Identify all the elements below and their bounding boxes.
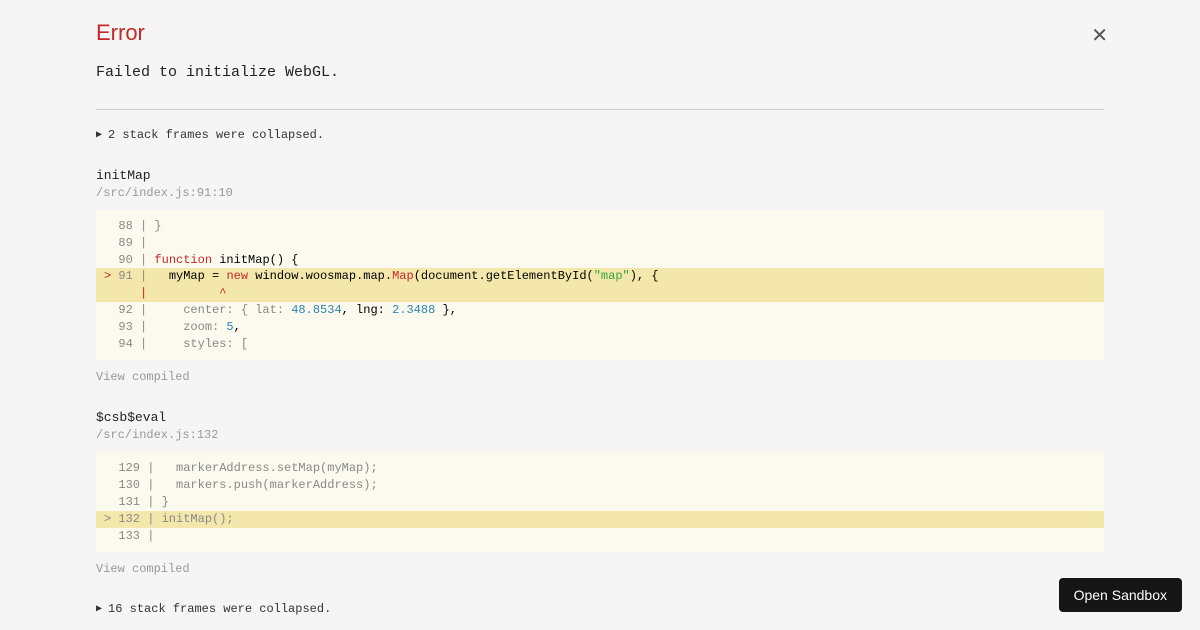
code-block: 129 | markerAddress.setMap(myMap); 130 |… bbox=[96, 452, 1104, 552]
code-line: 130 | markers.push(markerAddress); bbox=[104, 478, 378, 492]
collapsed-label: 16 stack frames were collapsed. bbox=[108, 602, 331, 616]
collapsed-frames-bottom[interactable]: ▶ 16 stack frames were collapsed. bbox=[96, 602, 1104, 616]
code-line: 133 | bbox=[104, 529, 162, 543]
triangle-right-icon: ▶ bbox=[96, 603, 102, 615]
code-line: 129 | markerAddress.setMap(myMap); bbox=[104, 461, 378, 475]
frame-name: initMap bbox=[96, 168, 1104, 183]
error-overlay: Error Failed to initialize WebGL. ✕ ▶ 2 … bbox=[0, 0, 1200, 630]
frame-location: /src/index.js:132 bbox=[96, 428, 1104, 442]
close-icon[interactable]: ✕ bbox=[1091, 26, 1108, 46]
frame-location: /src/index.js:91:10 bbox=[96, 186, 1104, 200]
open-sandbox-button[interactable]: Open Sandbox bbox=[1059, 578, 1182, 612]
code-line: 93 | zoom: bbox=[104, 320, 226, 334]
collapsed-frames-top[interactable]: ▶ 2 stack frames were collapsed. bbox=[96, 128, 1104, 142]
divider bbox=[96, 109, 1104, 110]
error-message: Failed to initialize WebGL. bbox=[96, 64, 1104, 81]
code-line-error: > 91 | myMap = new window.woosmap.map.Ma… bbox=[96, 268, 1104, 285]
view-compiled-link[interactable]: View compiled bbox=[96, 370, 1104, 384]
collapsed-label: 2 stack frames were collapsed. bbox=[108, 128, 324, 142]
error-title: Error bbox=[96, 20, 1104, 46]
frame-name: $csb$eval bbox=[96, 410, 1104, 425]
code-line: 90 | bbox=[104, 253, 154, 267]
code-block: 88 | } 89 | 90 | function initMap() { > … bbox=[96, 210, 1104, 360]
view-compiled-link[interactable]: View compiled bbox=[96, 562, 1104, 576]
code-line-error: > 132 | initMap(); bbox=[104, 512, 234, 526]
code-line: 88 | } bbox=[104, 219, 162, 233]
header: Error Failed to initialize WebGL. ✕ bbox=[96, 20, 1104, 97]
code-caret: | ^ bbox=[104, 286, 226, 300]
code-line: 89 | bbox=[104, 236, 154, 250]
triangle-right-icon: ▶ bbox=[96, 129, 102, 141]
code-line: 92 | center: { lat: bbox=[104, 303, 291, 317]
code-line: 131 | } bbox=[104, 495, 169, 509]
code-line: 94 | styles: [ bbox=[104, 337, 248, 351]
